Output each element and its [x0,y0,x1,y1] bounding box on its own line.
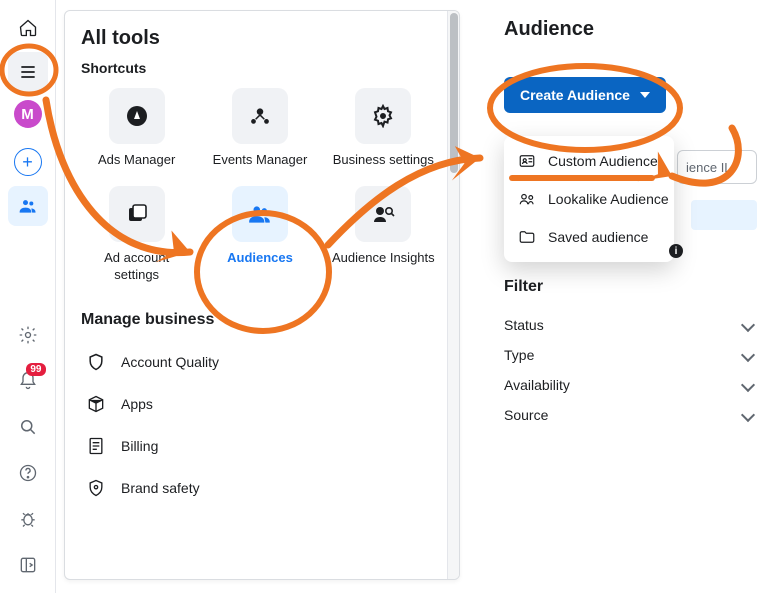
filter-label: Type [504,347,534,363]
filter-type[interactable]: Type [504,340,757,370]
dropdown-label: Custom Audience [548,153,658,169]
tile-audience-insights[interactable]: Audience Insights [328,186,439,283]
settings-gear-icon[interactable] [8,315,48,355]
all-tools-panel: All tools Shortcuts Ads Manager Events M… [64,10,460,580]
help-icon[interactable] [8,453,48,493]
tile-business-settings[interactable]: Business settings [328,88,439,168]
row-apps[interactable]: Apps [81,383,439,425]
tile-label: Ad account settings [81,250,192,283]
shortcuts-heading: Shortcuts [81,60,439,76]
filter-heading: Filter [504,278,757,296]
all-tools-title: All tools [81,27,439,50]
shield-check-icon [85,477,107,499]
list-label: Brand safety [121,480,200,496]
dropdown-saved-audience[interactable]: Saved audience [504,218,674,256]
filter-label: Source [504,407,548,423]
home-icon[interactable] [8,8,48,48]
tile-label: Audiences [227,250,293,266]
filter-label: Status [504,317,544,333]
receipt-icon [85,435,107,457]
audience-panel: Audience Create Audience ience IL Custom… [484,0,775,570]
tile-label: Audience Insights [332,250,435,266]
chevron-down-icon [741,348,755,362]
tile-ad-account-settings[interactable]: Ad account settings [81,186,192,283]
create-audience-label: Create Audience [520,87,630,103]
dropdown-label: Saved audience [548,229,648,245]
people-icon [518,190,536,208]
dropdown-custom-audience[interactable]: Custom Audience [504,142,674,180]
dropdown-label: Lookalike Audience [548,191,669,207]
audiences-nav-icon[interactable] [8,186,48,226]
tile-label: Events Manager [213,152,308,168]
filter-block: Filter Status Type Availability Source [504,278,757,430]
cube-icon [85,393,107,415]
collapse-panel-icon[interactable] [8,545,48,585]
scrollbar-thumb[interactable] [450,13,458,173]
tile-audiences[interactable]: Audiences [204,186,315,283]
create-audience-dropdown: Custom Audience Lookalike Audience Saved… [504,136,674,262]
dropdown-lookalike-audience[interactable]: Lookalike Audience [504,180,674,218]
search-audience-input[interactable]: ience IL [677,150,757,184]
filter-label: Availability [504,377,570,393]
create-plus-button[interactable]: + [14,148,42,176]
filter-availability[interactable]: Availability [504,370,757,400]
selected-row-highlight [691,200,757,230]
search-placeholder-fragment: ience IL [686,160,732,175]
tile-label: Ads Manager [98,152,175,168]
list-label: Account Quality [121,354,219,370]
notifications-bell-icon[interactable]: 99 [8,361,48,401]
chevron-down-icon [741,378,755,392]
id-card-icon [518,152,536,170]
tile-label: Business settings [333,152,434,168]
row-billing[interactable]: Billing [81,425,439,467]
filter-status[interactable]: Status [504,310,757,340]
menu-hamburger-icon[interactable] [8,52,48,92]
row-brand-safety[interactable]: Brand safety [81,467,439,509]
bug-report-icon[interactable] [8,499,48,539]
info-icon[interactable]: i [669,244,683,258]
scrollbar[interactable] [447,11,459,579]
tile-ads-manager[interactable]: Ads Manager [81,88,192,168]
tile-events-manager[interactable]: Events Manager [204,88,315,168]
left-nav-rail: M + 99 [0,0,56,593]
row-account-quality[interactable]: Account Quality [81,341,439,383]
create-audience-button[interactable]: Create Audience [504,77,666,113]
account-avatar[interactable]: M [14,100,42,128]
caret-down-icon [640,92,650,98]
list-label: Billing [121,438,158,454]
chevron-down-icon [741,408,755,422]
audience-title: Audience [504,18,757,41]
chevron-down-icon [741,318,755,332]
shield-icon [85,351,107,373]
notification-badge: 99 [26,363,45,376]
folder-icon [518,228,536,246]
search-icon[interactable] [8,407,48,447]
filter-source[interactable]: Source [504,400,757,430]
list-label: Apps [121,396,153,412]
manage-business-heading: Manage business [81,311,439,329]
